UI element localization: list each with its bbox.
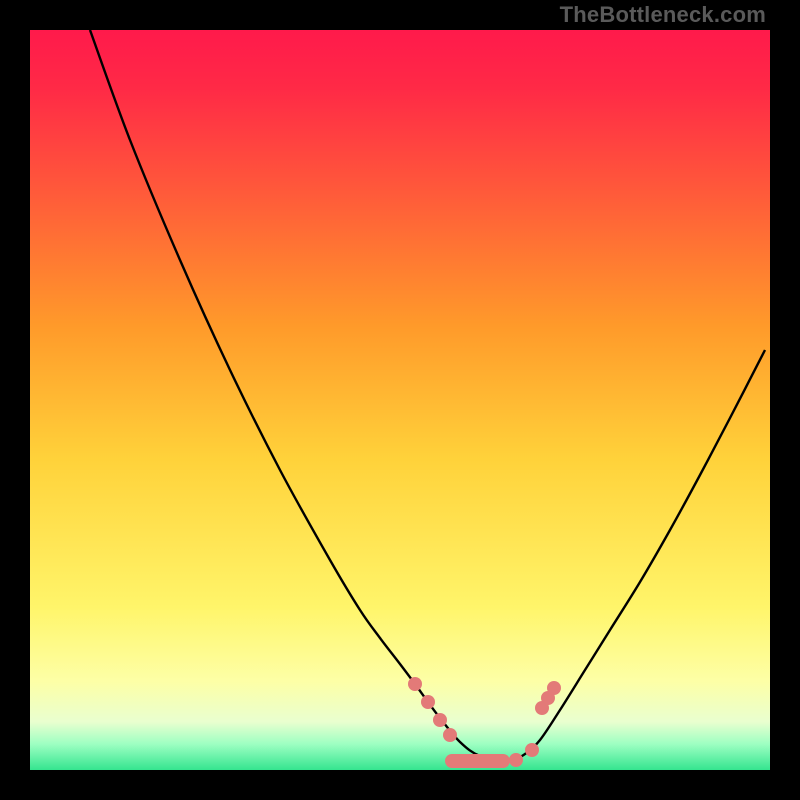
- trough-marker-dot: [547, 681, 561, 695]
- trough-marker-dot: [433, 713, 447, 727]
- bottleneck-curve: [30, 30, 770, 770]
- trough-marker-dot: [421, 695, 435, 709]
- plot-area: [30, 30, 770, 770]
- watermark-text: TheBottleneck.com: [560, 2, 766, 28]
- trough-marker-dot: [509, 753, 523, 767]
- trough-marker-dot: [525, 743, 539, 757]
- trough-marker-pill: [445, 754, 510, 768]
- trough-marker-dot: [408, 677, 422, 691]
- trough-marker-dot: [443, 728, 457, 742]
